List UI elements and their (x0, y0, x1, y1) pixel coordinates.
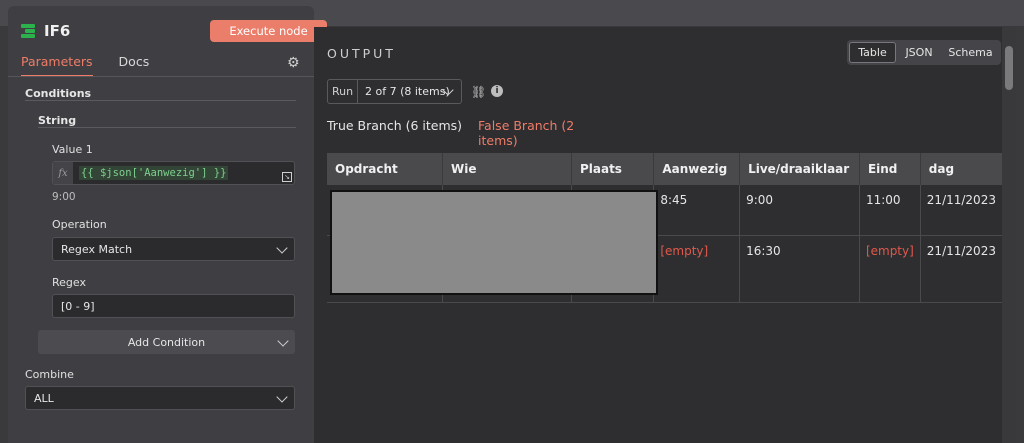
run-label: Run (328, 80, 358, 103)
conditions-divider (25, 100, 296, 101)
conditions-label: Conditions (25, 87, 92, 100)
value1-expression[interactable]: {{ $json['Aanwezig'] }} (79, 166, 229, 180)
info-icon[interactable]: i (491, 85, 503, 97)
table-cell: 11:00 (859, 185, 921, 236)
if-node-icon (20, 23, 36, 39)
string-label: String (38, 114, 77, 127)
execute-node-button[interactable]: Execute node (210, 20, 327, 42)
chevron-down-icon (276, 242, 288, 254)
add-condition-label: Add Condition (127, 335, 206, 349)
value1-expression-field[interactable]: fx {{ $json['Aanwezig'] }} ↘ (52, 161, 295, 185)
table-cell: 21/11/2023 (920, 235, 1004, 303)
column-header[interactable]: Wie (442, 153, 572, 185)
column-header[interactable]: Opdracht (327, 153, 443, 185)
tab-docs[interactable]: Docs (119, 54, 150, 77)
run-select[interactable]: Run 2 of 7 (8 items) (327, 79, 462, 104)
scrollbar-thumb[interactable] (1005, 46, 1013, 90)
tab-true-branch[interactable]: True Branch (6 items) (327, 118, 462, 133)
table-cell: 8:45 (653, 185, 741, 236)
unlink-icon[interactable]: ⛓ (471, 85, 486, 99)
view-table-button[interactable]: Table (849, 42, 896, 63)
node-header: IF6 (20, 22, 70, 40)
string-divider (38, 127, 296, 128)
output-panel: OUTPUT Table JSON Schema Run 2 of 7 (8 i… (314, 27, 1016, 443)
column-header[interactable]: Plaats (571, 153, 655, 185)
fx-icon: fx (53, 162, 73, 184)
node-title[interactable]: IF6 (44, 22, 70, 40)
chevron-down-icon (276, 391, 288, 403)
redacted-area (330, 190, 658, 295)
column-header[interactable]: Live/draaiklaar (739, 153, 860, 185)
table-cell: 9:00 (739, 185, 860, 236)
add-condition-button[interactable]: Add Condition (38, 330, 295, 354)
regex-input[interactable]: [0 - 9] (52, 294, 295, 318)
tab-parameters[interactable]: Parameters (21, 54, 93, 77)
column-header[interactable]: Eind (859, 153, 921, 185)
value1-result-hint: 9:00 (52, 191, 76, 203)
column-header[interactable]: Aanwezig (653, 153, 741, 185)
tab-divider (8, 76, 314, 77)
table-cell: 21/11/2023 (920, 185, 1004, 236)
combine-value: ALL (34, 391, 54, 405)
regex-label: Regex (52, 276, 86, 289)
regex-value: [0 - 9] (61, 299, 95, 313)
view-schema-button[interactable]: Schema (942, 42, 999, 63)
run-value: 2 of 7 (8 items) (365, 85, 450, 98)
tab-false-branch[interactable]: False Branch (2 items) (464, 118, 617, 155)
view-switcher: Table JSON Schema (847, 40, 1001, 65)
operation-select[interactable]: Regex Match (52, 237, 295, 261)
operation-label: Operation (52, 218, 107, 231)
expand-icon[interactable]: ↘ (282, 172, 292, 182)
column-header[interactable]: dag (920, 153, 1004, 185)
table-header-row: Opdracht Wie Plaats Aanwezig Live/draaik… (327, 153, 1004, 185)
output-title: OUTPUT (327, 46, 396, 61)
gear-icon[interactable]: ⚙ (287, 56, 301, 70)
combine-select[interactable]: ALL (25, 386, 295, 410)
combine-label: Combine (25, 368, 74, 381)
operation-value: Regex Match (61, 242, 133, 256)
table-cell: 16:30 (739, 235, 860, 303)
panel-tabs: Parameters Docs (21, 54, 149, 77)
table-cell-empty: [empty] (859, 235, 921, 303)
table-cell-empty: [empty] (653, 235, 741, 303)
value1-label: Value 1 (52, 143, 93, 156)
chevron-down-icon (277, 335, 289, 347)
view-json-button[interactable]: JSON (896, 42, 942, 63)
